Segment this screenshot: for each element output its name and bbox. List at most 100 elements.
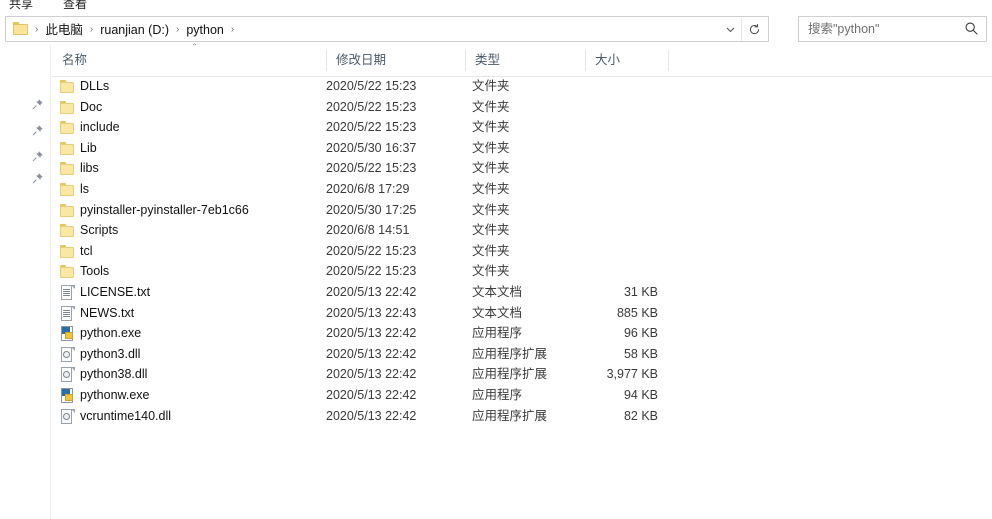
pin-icon[interactable] <box>31 172 44 185</box>
file-date: 2020/5/30 17:25 <box>326 202 417 217</box>
table-row[interactable]: python38.dll 2020/5/13 22:42 应用程序扩展 3,97… <box>52 364 992 385</box>
table-row[interactable]: Lib 2020/5/30 16:37 文件夹 <box>52 138 992 159</box>
file-date: 2020/5/22 15:23 <box>326 79 417 93</box>
file-size: 82 KB <box>623 408 658 423</box>
breadcrumb-item-this-pc[interactable]: 此电脑 <box>39 17 89 43</box>
file-date: 2020/5/13 22:42 <box>326 408 417 423</box>
table-row[interactable]: libs 2020/5/22 15:23 文件夹 <box>52 158 992 179</box>
table-row[interactable]: Scripts 2020/6/8 14:51 文件夹 <box>52 220 992 241</box>
file-date: 2020/5/13 22:42 <box>326 367 417 382</box>
file-date: 2020/5/13 22:42 <box>326 346 417 361</box>
file-size: 96 KB <box>623 326 658 341</box>
file-type: 文件夹 <box>472 264 510 279</box>
file-date: 2020/6/8 14:51 <box>326 223 410 238</box>
table-row[interactable]: NEWS.txt 2020/5/13 22:43 文本文档 885 KB <box>52 303 992 324</box>
search-icon[interactable] <box>964 21 980 37</box>
table-row[interactable]: pythonw.exe 2020/5/13 22:42 应用程序 94 KB <box>52 385 992 406</box>
folder-icon <box>60 223 76 238</box>
pin-icon[interactable] <box>31 124 44 137</box>
refresh-icon[interactable] <box>741 18 767 41</box>
file-list: DLLs 2020/5/22 15:23 文件夹 Doc 2020/5/22 1… <box>52 76 992 426</box>
search-placeholder: 搜索"python" <box>808 22 880 36</box>
sort-ascending-icon: ＾ <box>189 45 200 57</box>
pin-icon[interactable] <box>31 150 44 163</box>
file-date: 2020/5/22 15:23 <box>326 161 417 176</box>
file-type: 文件夹 <box>472 202 510 217</box>
file-size <box>582 158 658 179</box>
file-size <box>582 261 658 282</box>
table-row[interactable]: tcl 2020/5/22 15:23 文件夹 <box>52 241 992 262</box>
file-size <box>582 138 658 159</box>
table-row[interactable]: Doc 2020/5/22 15:23 文件夹 <box>52 97 992 118</box>
file-size: 885 KB <box>616 305 658 320</box>
file-name: python38.dll <box>80 367 148 382</box>
file-list-pane: 名称 ＾ 修改日期 类型 大小 DLLs 2020/5/22 15:23 文件夹… <box>52 45 992 519</box>
file-type: 文件夹 <box>472 99 510 114</box>
tab-view[interactable]: 查看 <box>63 0 87 12</box>
table-row[interactable]: ls 2020/6/8 17:29 文件夹 <box>52 179 992 200</box>
pin-icon[interactable] <box>31 98 44 111</box>
table-row[interactable]: LICENSE.txt 2020/5/13 22:42 文本文档 31 KB <box>52 282 992 303</box>
file-type: 应用程序扩展 <box>472 367 548 382</box>
file-name: DLLs <box>80 79 110 93</box>
file-type: 应用程序扩展 <box>472 346 548 361</box>
file-date: 2020/5/22 15:23 <box>326 99 417 114</box>
file-size <box>582 76 658 97</box>
folder-icon <box>13 22 28 35</box>
column-header-size[interactable]: 大小 <box>585 45 668 76</box>
table-row[interactable]: include 2020/5/22 15:23 文件夹 <box>52 117 992 138</box>
file-date: 2020/5/13 22:42 <box>326 387 417 402</box>
file-name: vcruntime140.dll <box>80 408 172 423</box>
table-row[interactable]: Tools 2020/5/22 15:23 文件夹 <box>52 261 992 282</box>
folder-icon <box>60 100 76 115</box>
file-date: 2020/6/8 17:29 <box>326 181 410 196</box>
breadcrumb-item-python[interactable]: python <box>180 17 230 43</box>
address-bar-row: › 此电脑 › ruanjian (D:) › python › 搜索"pyth… <box>0 16 992 44</box>
file-size: 58 KB <box>623 346 658 361</box>
file-size: 31 KB <box>623 284 658 299</box>
file-size <box>582 200 658 221</box>
file-name: libs <box>80 161 99 176</box>
chevron-down-icon[interactable] <box>719 17 741 41</box>
file-name: python.exe <box>80 326 142 341</box>
file-date: 2020/5/22 15:23 <box>326 243 417 258</box>
text-document-icon <box>60 284 76 300</box>
dll-icon <box>60 408 76 424</box>
table-row[interactable]: python3.dll 2020/5/13 22:42 应用程序扩展 58 KB <box>52 344 992 365</box>
file-type: 文本文档 <box>472 284 523 299</box>
file-name: include <box>80 120 120 135</box>
folder-icon <box>60 79 76 94</box>
table-row[interactable]: vcruntime140.dll 2020/5/13 22:42 应用程序扩展 … <box>52 406 992 427</box>
search-input[interactable]: 搜索"python" <box>798 16 987 42</box>
folder-icon <box>60 141 76 156</box>
column-header-date[interactable]: 修改日期 <box>326 45 472 76</box>
breadcrumb-separator[interactable]: › <box>230 17 235 43</box>
ribbon-tab-strip: 共享 查看 <box>0 0 992 13</box>
file-type: 文件夹 <box>472 243 510 258</box>
table-row[interactable]: DLLs 2020/5/22 15:23 文件夹 <box>52 76 992 97</box>
file-date: 2020/5/13 22:42 <box>326 284 417 299</box>
file-type: 应用程序 <box>472 387 523 402</box>
address-bar[interactable]: › 此电脑 › ruanjian (D:) › python › <box>5 16 769 42</box>
column-header-type[interactable]: 类型 <box>465 45 585 76</box>
breadcrumb-item-drive-d[interactable]: ruanjian (D:) <box>94 17 175 43</box>
file-type: 文件夹 <box>472 223 510 238</box>
file-date: 2020/5/22 15:23 <box>326 120 417 135</box>
tab-share[interactable]: 共享 <box>9 0 33 12</box>
dll-icon <box>60 346 76 362</box>
file-type: 文件夹 <box>472 120 510 135</box>
file-name: NEWS.txt <box>80 305 135 320</box>
navigation-pane <box>0 45 51 519</box>
folder-icon <box>60 244 76 259</box>
file-type: 应用程序 <box>472 326 523 341</box>
folder-icon <box>60 120 76 135</box>
table-row[interactable]: python.exe 2020/5/13 22:42 应用程序 96 KB <box>52 323 992 344</box>
column-header-row: 名称 ＾ 修改日期 类型 大小 <box>52 45 992 77</box>
file-date: 2020/5/22 15:23 <box>326 264 417 279</box>
file-date: 2020/5/13 22:43 <box>326 305 417 320</box>
table-row[interactable]: pyinstaller-pyinstaller-7eb1c66 2020/5/3… <box>52 200 992 221</box>
file-date: 2020/5/13 22:42 <box>326 326 417 341</box>
column-divider[interactable] <box>668 50 669 71</box>
application-icon <box>60 387 76 403</box>
application-icon <box>60 326 76 342</box>
